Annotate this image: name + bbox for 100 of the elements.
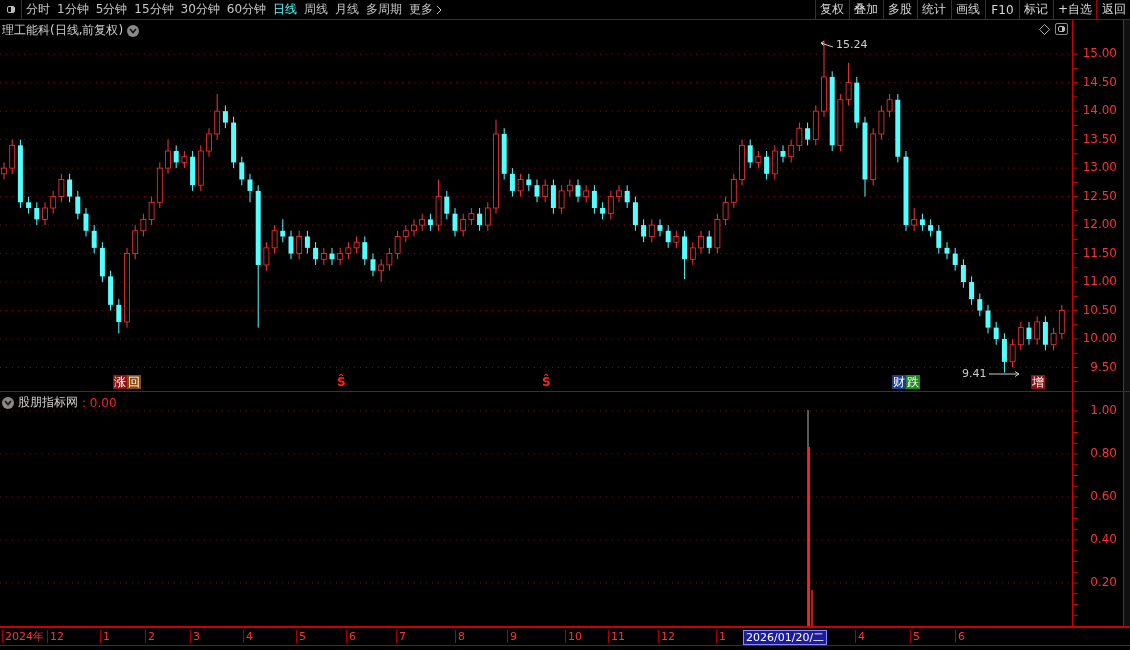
candlestick (165, 139, 171, 175)
date-axis-label: 6 (346, 630, 358, 643)
toolbar-button[interactable]: 画线 (950, 0, 985, 19)
candlestick (673, 230, 680, 249)
date-axis-label: 11 (608, 630, 627, 643)
signal-letter: Ŝ (542, 375, 551, 389)
price-axis-label: 11.00 (1082, 274, 1117, 289)
indicator-axis-label: 0.20 (1090, 575, 1117, 589)
price-axis-label: 14.00 (1082, 103, 1117, 118)
candlestick (26, 196, 32, 215)
period-tab[interactable]: 周线 (301, 0, 332, 19)
period-tab[interactable]: 分时 (23, 0, 53, 19)
panel-toggle-icon[interactable] (1055, 23, 1068, 35)
price-axis-label: 15.00 (1082, 46, 1117, 61)
toolbar-button[interactable]: 统计 (916, 0, 951, 19)
candlestick (575, 179, 581, 203)
candlestick (239, 156, 245, 186)
period-tab[interactable]: 5分钟 (92, 0, 131, 19)
candlestick (534, 179, 540, 203)
toolbar-button[interactable]: 标记 (1018, 0, 1053, 19)
signal-badge: 涨 (113, 375, 127, 389)
arrow-icon (987, 369, 1020, 378)
candlestick (1026, 321, 1032, 346)
date-axis-label: 1 (716, 630, 728, 643)
candlestick (616, 184, 622, 203)
candlestick (632, 196, 638, 232)
price-axis-label: 9.50 (1090, 359, 1117, 374)
date-axis-label: 1 (100, 630, 112, 643)
period-tab[interactable]: 30分钟 (177, 0, 223, 19)
dropdown-icon[interactable] (127, 24, 140, 37)
toolbar-button[interactable]: 复权 (814, 0, 849, 19)
period-tab[interactable]: 多周期 (363, 0, 406, 19)
period-tab[interactable]: 60分钟 (223, 0, 270, 19)
price-axis-label: 12.50 (1082, 188, 1117, 203)
signal-badge: 回 (127, 375, 141, 389)
date-axis-label: 5 (296, 630, 308, 643)
date-axis-label: 3 (190, 630, 202, 643)
candlestick (977, 292, 983, 317)
candlestick (969, 275, 975, 306)
price-axis-label: 12.00 (1082, 217, 1117, 232)
candlestick (67, 173, 73, 203)
candlestick (665, 224, 671, 249)
date-axis-label: 4 (243, 630, 255, 643)
candlestick (231, 116, 237, 169)
candlestick (517, 173, 524, 198)
toolbar-button[interactable]: 叠加 (848, 0, 883, 19)
period-tab[interactable]: 月线 (332, 0, 363, 19)
toolbar-button[interactable]: F10 (984, 0, 1019, 19)
candlestick (895, 93, 901, 163)
candlestick (928, 218, 934, 237)
date-axis-label: 12 (47, 630, 66, 643)
toolbar-button[interactable]: +自选 (1052, 0, 1096, 19)
toolbar-button[interactable]: 返回 (1096, 0, 1130, 19)
candlestick (75, 190, 81, 220)
date-axis-label: 2024年 (2, 630, 46, 643)
diamond-icon[interactable] (1039, 24, 1050, 35)
indicator-value: : 0.00 (82, 395, 117, 410)
candlestick (854, 76, 860, 129)
candlestick (706, 230, 712, 255)
period-tab[interactable]: 更多 (406, 0, 446, 19)
dropdown-icon[interactable] (2, 396, 14, 409)
date-axis-label: 4 (855, 630, 867, 643)
candlestick (108, 270, 114, 312)
signal-badge: 跌 (906, 375, 920, 389)
date-axis-label: 5 (910, 630, 922, 643)
indicator-axis-label: 0.40 (1090, 532, 1117, 546)
candlestick (739, 139, 745, 186)
period-tab[interactable]: 1分钟 (54, 0, 92, 19)
candlestick (288, 230, 294, 260)
period-tab[interactable]: 日线 (270, 0, 301, 19)
low-price-label: 9.41 (962, 367, 987, 380)
high-price-label: 15.24 (836, 38, 868, 51)
toolbar-button[interactable]: 多股 (882, 0, 917, 19)
date-axis-label: 10 (565, 630, 584, 643)
candlestick (329, 247, 335, 266)
candlestick (501, 127, 507, 180)
signal-badge: 增 (1031, 375, 1045, 389)
period-tab[interactable]: 15分钟 (131, 0, 177, 19)
price-axis-label: 11.50 (1082, 245, 1117, 260)
candlestick (509, 167, 515, 198)
price-axis-label: 14.50 (1082, 74, 1117, 89)
candlestick (452, 207, 458, 237)
price-axis-label: 10.50 (1082, 302, 1117, 317)
chart-title: 理工能科(日线,前复权) (2, 22, 124, 39)
price-axis-label: 13.50 (1082, 131, 1117, 146)
date-axis-label: 9 (507, 630, 519, 643)
candlestick (936, 224, 942, 255)
candlestick (411, 218, 417, 237)
candlestick (985, 304, 991, 334)
candlestick (83, 207, 89, 237)
candlestick (624, 184, 630, 209)
candlestick (247, 173, 253, 203)
candlestick (698, 230, 704, 255)
indicator-axis-label: 1.00 (1090, 403, 1117, 417)
candlestick (181, 150, 188, 169)
candlestick (206, 127, 212, 158)
candlestick (362, 236, 368, 266)
candlestick (370, 253, 376, 277)
signal-letter: Ŝ (337, 375, 346, 389)
candlestick (42, 201, 48, 226)
